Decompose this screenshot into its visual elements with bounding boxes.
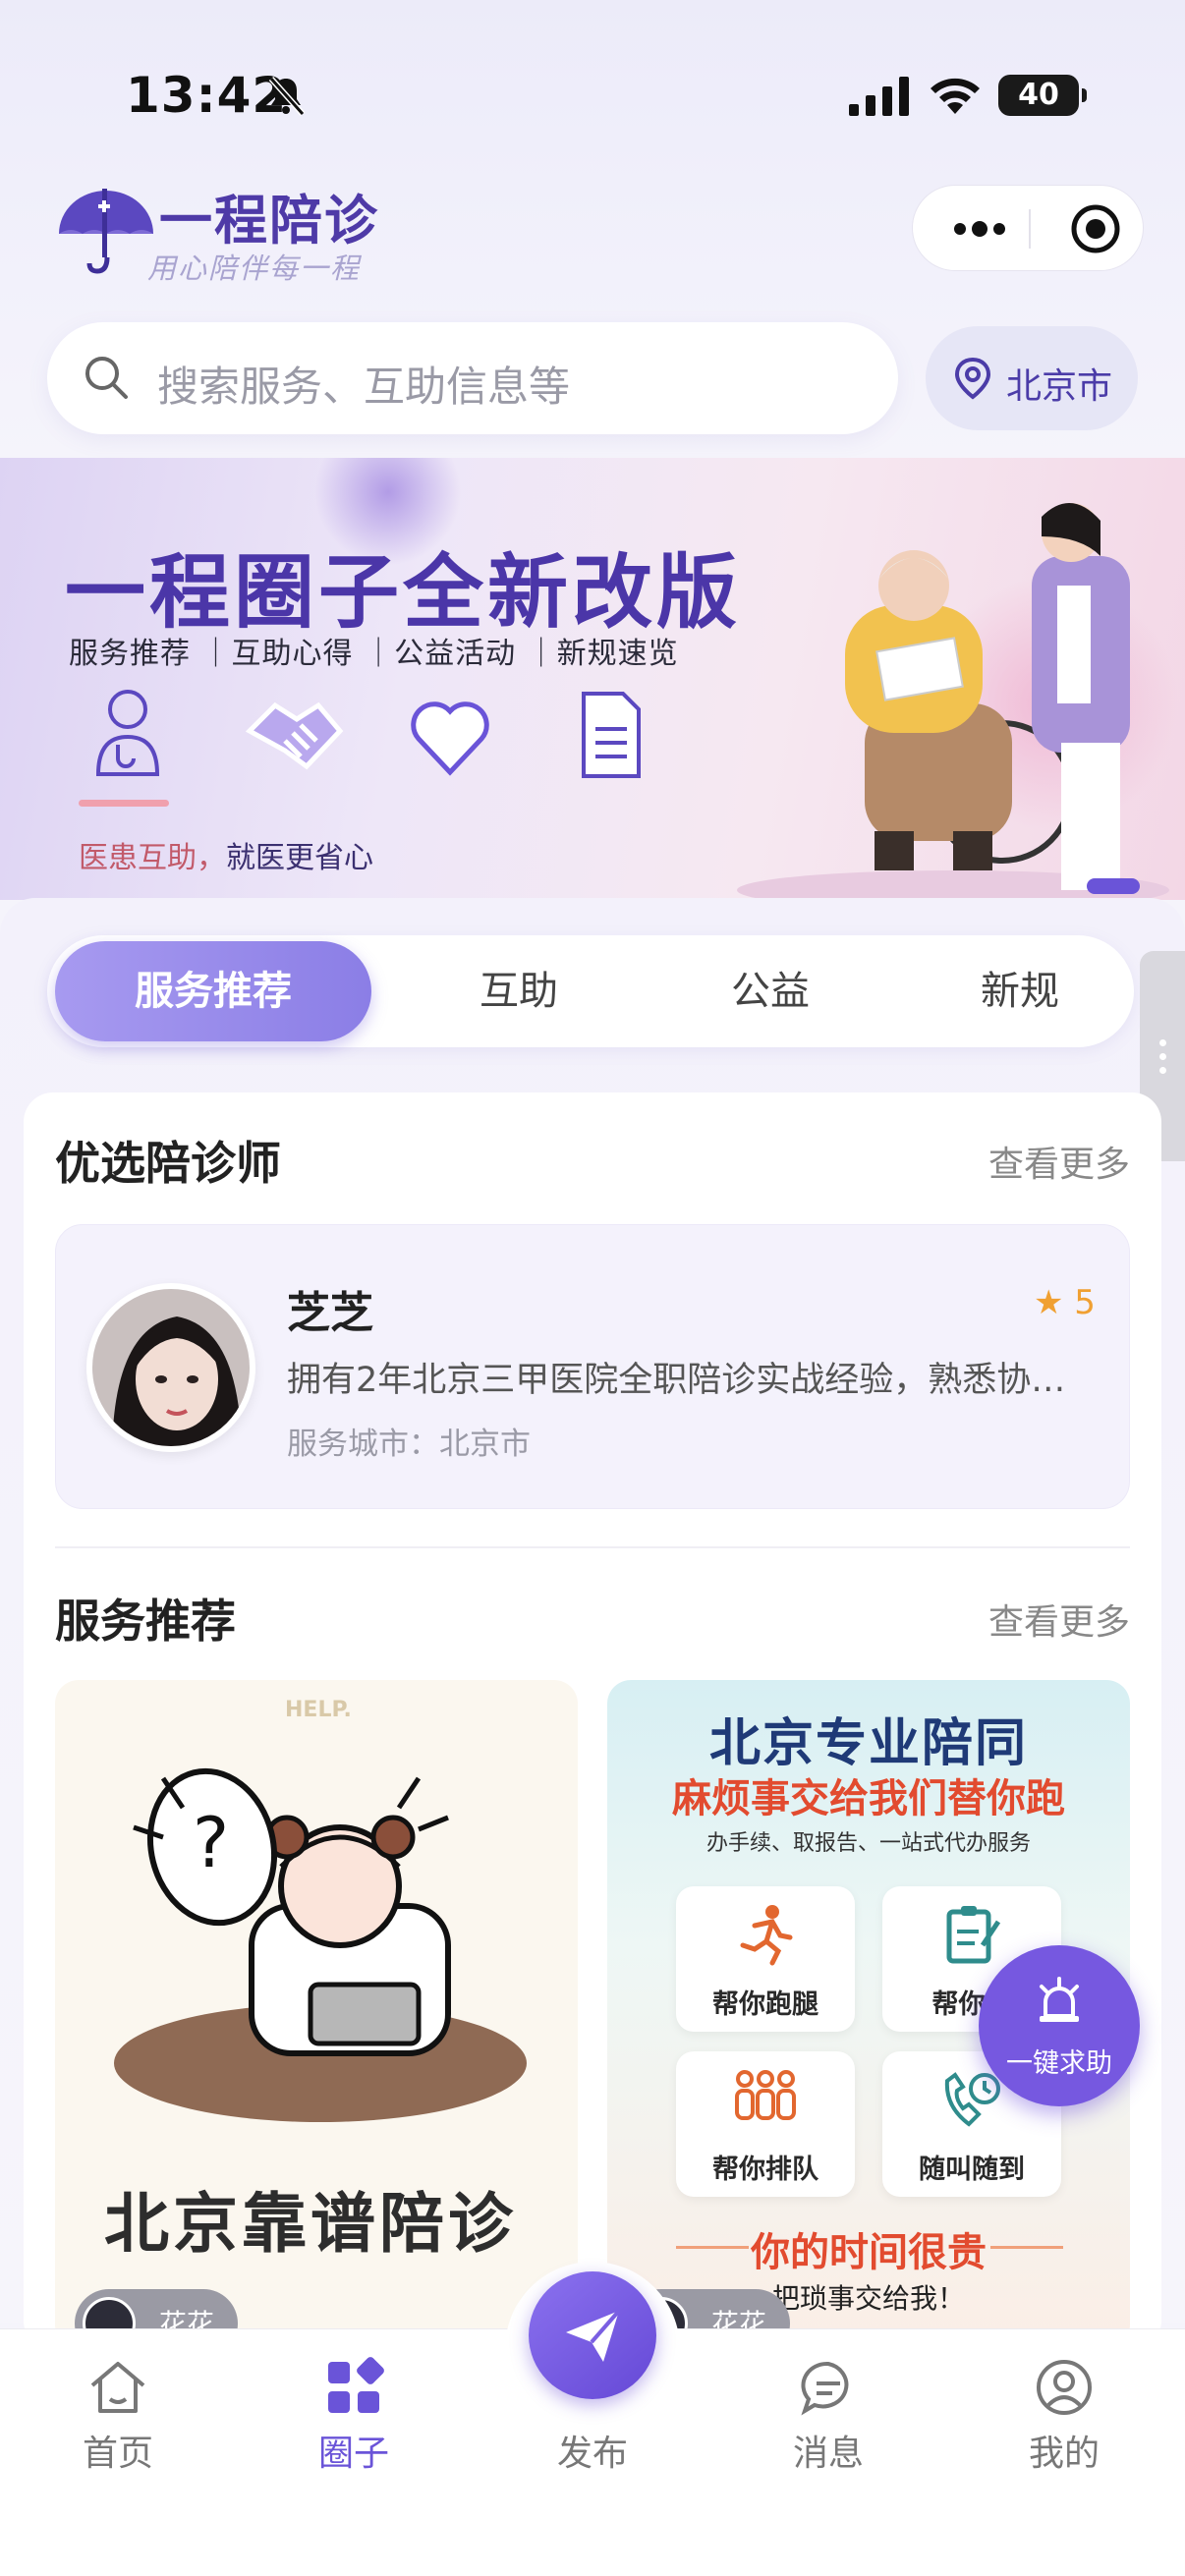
service-card-subtitle: 麻烦事交给我们替你跑	[672, 1776, 1065, 1821]
carousel-indicator[interactable]	[1087, 878, 1140, 894]
battery-indicator: 40	[998, 75, 1087, 116]
clipboard-icon	[946, 1906, 1001, 1964]
service-card-footer-title: 你的时间很贵	[751, 2230, 987, 2275]
section-divider	[55, 1546, 1130, 1548]
tab-home[interactable]: 首页	[49, 2350, 187, 2478]
document-icon	[582, 692, 641, 778]
running-icon	[740, 1905, 793, 1966]
service-card-title: 北京靠谱陪诊	[104, 2186, 517, 2262]
service-section-title: 服务推荐	[55, 1595, 236, 1648]
banner-indicator-line	[79, 800, 169, 807]
city-name: 北京市	[1006, 366, 1113, 407]
bell-muted-icon	[268, 77, 306, 116]
banner-title: 一程圈子全新改版	[65, 546, 742, 640]
elderly-care-illustration	[737, 502, 1169, 900]
sos-label: 一键求助	[1006, 2048, 1112, 2079]
handshake-icon	[245, 701, 344, 770]
service-card-title: 北京专业陪同	[708, 1714, 1028, 1773]
service-item-errand: 帮你跑腿	[676, 1886, 855, 2032]
umbrella-logo-icon	[59, 189, 153, 274]
service-card-desc: 办手续、取报告、一站式代办服务	[705, 1831, 1031, 1856]
escort-section-title: 优选陪诊师	[55, 1137, 281, 1190]
tab-services[interactable]: 服务推荐	[55, 941, 371, 1041]
category-tabs: 服务推荐 互助 公益 新规	[47, 935, 1134, 1047]
escort-avatar	[86, 1283, 255, 1452]
service-see-more-link[interactable]: 查看更多	[988, 1594, 1130, 1645]
escort-city: 服务城市：北京市	[287, 1427, 531, 1462]
user-icon	[1037, 2360, 1092, 2415]
escort-see-more-link[interactable]: 查看更多	[988, 1136, 1130, 1187]
svg-text:?: ?	[193, 1803, 229, 1883]
decor-line	[990, 2246, 1063, 2249]
close-target-icon[interactable]	[1070, 203, 1121, 254]
brand-slogan: 用心陪伴每一程	[147, 252, 362, 285]
tab-profile[interactable]: 我的	[995, 2350, 1133, 2478]
location-pin-icon	[954, 357, 991, 400]
tab-publish[interactable]: 发布	[524, 2350, 661, 2478]
doctor-icon	[95, 690, 160, 776]
help-text: HELP.	[285, 1698, 352, 1722]
wifi-icon	[931, 78, 980, 114]
queue-people-icon	[735, 2070, 796, 2120]
tab-mutual-help[interactable]: 互助	[411, 935, 627, 1047]
circle-grid-icon	[328, 2357, 384, 2413]
home-icon	[90, 2362, 145, 2413]
signal-icon	[849, 77, 909, 116]
question-girl-illustration: ?	[114, 1767, 527, 2122]
search-icon	[85, 357, 128, 399]
city-selector[interactable]: 北京市	[926, 326, 1138, 430]
banner-tagline: 医患互助，就医更省心	[79, 841, 373, 875]
banner-icons	[95, 690, 641, 778]
search-bar[interactable]: 搜索服务、互助信息等	[47, 322, 898, 434]
heart-icon	[411, 701, 489, 776]
escort-description: 拥有2年北京三甲医院全职陪诊实战经验，熟悉协…	[287, 1361, 1066, 1400]
service-card-reliable-escort[interactable]: HELP. ? 北京靠谱陪诊 花花	[55, 1680, 578, 2348]
escort-name: 芝芝	[287, 1288, 373, 1338]
tab-messages[interactable]: 消息	[760, 2350, 897, 2478]
capsule-divider	[1029, 209, 1031, 249]
tab-circle[interactable]: 圈子	[285, 2350, 423, 2478]
search-placeholder: 搜索服务、互助信息等	[157, 363, 571, 411]
promo-banner[interactable]: 一程圈子全新改版 服务推荐 ｜互助心得 ｜公益活动 ｜新规速览 医患互助，就医更…	[0, 458, 1185, 900]
alarm-siren-icon	[1040, 1977, 1079, 2022]
miniprogram-capsule	[912, 185, 1144, 271]
tab-new-rules[interactable]: 新规	[912, 935, 1128, 1047]
service-item-queue: 帮你排队	[676, 2051, 855, 2197]
star-icon: ★	[1034, 1283, 1064, 1322]
banner-subtitle: 服务推荐 ｜互助心得 ｜公益活动 ｜新规速览	[69, 637, 679, 671]
brand-name: 一程陪诊	[159, 190, 379, 252]
sos-help-button[interactable]: 一键求助	[979, 1945, 1140, 2106]
tab-charity[interactable]: 公益	[662, 935, 878, 1047]
message-icon	[801, 2361, 849, 2416]
escort-rating: ★ 5	[1034, 1283, 1096, 1322]
more-dots-icon[interactable]	[950, 215, 1009, 243]
